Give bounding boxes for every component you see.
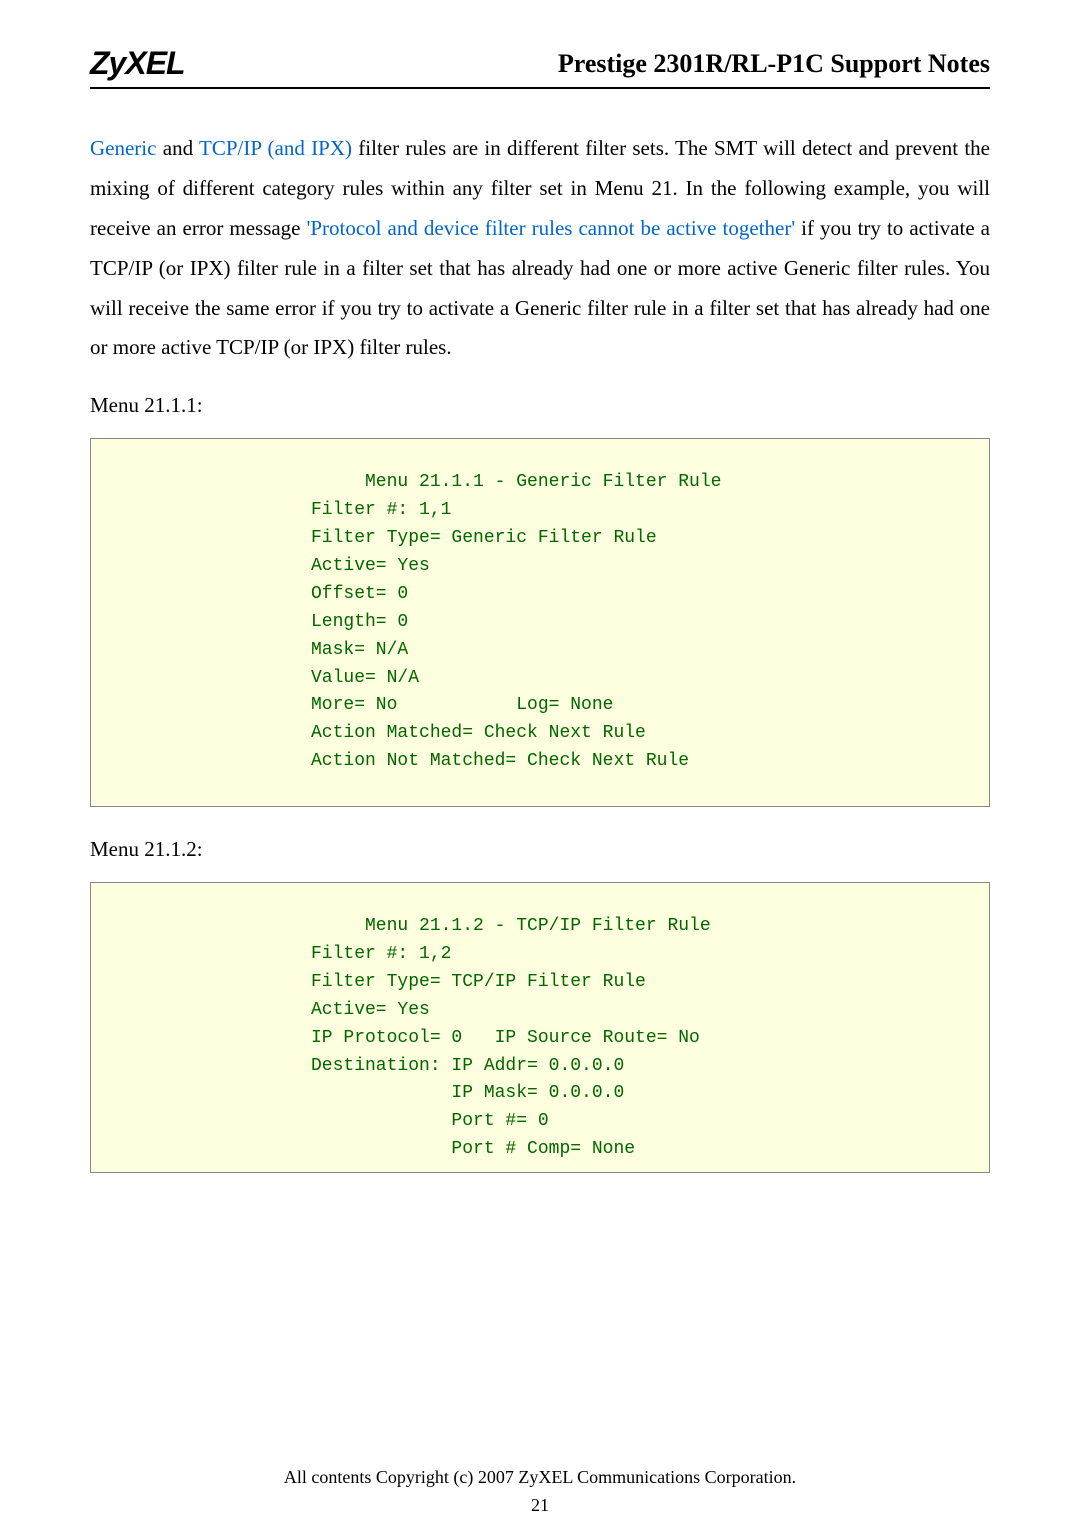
footer-copyright: All contents Copyright (c) 2007 ZyXEL Co… bbox=[0, 1467, 1080, 1488]
intro-paragraph: Generic and TCP/IP (and IPX) filter rule… bbox=[90, 129, 990, 368]
page-title: Prestige 2301R/RL-P1C Support Notes bbox=[558, 49, 990, 82]
content-area: Generic and TCP/IP (and IPX) filter rule… bbox=[0, 89, 1080, 1173]
page-header: ZyXEL Prestige 2301R/RL-P1C Support Note… bbox=[90, 0, 990, 89]
menu-label-1: Menu 21.1.1: bbox=[90, 393, 990, 418]
text-tcpip: TCP/IP (and IPX) bbox=[199, 136, 352, 160]
text-and: and bbox=[156, 136, 199, 160]
menu-label-2: Menu 21.1.2: bbox=[90, 837, 990, 862]
page-number: 21 bbox=[0, 1495, 1080, 1516]
logo: ZyXEL bbox=[90, 45, 185, 82]
text-error-msg: 'Protocol and device filter rules cannot… bbox=[307, 216, 796, 240]
text-generic: Generic bbox=[90, 136, 156, 160]
code-block-1: Menu 21.1.1 - Generic Filter Rule Filter… bbox=[90, 438, 990, 807]
code-block-2: Menu 21.1.2 - TCP/IP Filter Rule Filter … bbox=[90, 882, 990, 1173]
